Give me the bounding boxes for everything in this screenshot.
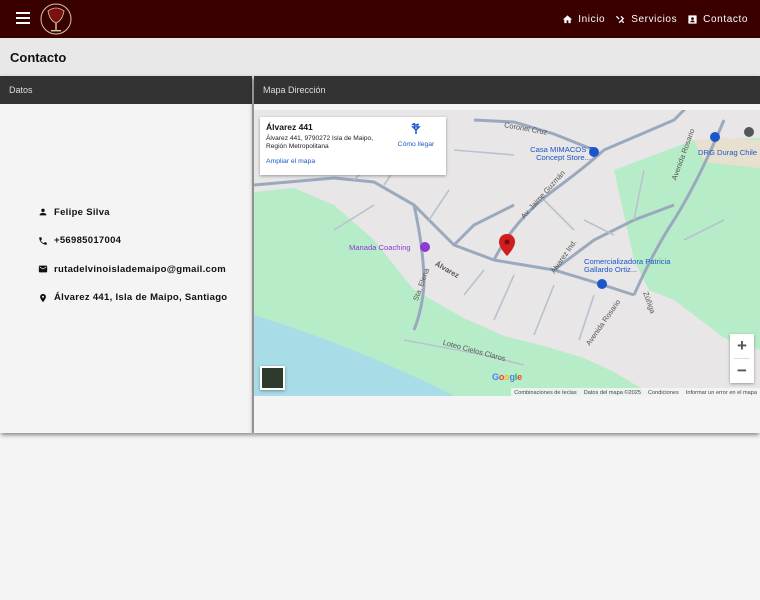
- phone-icon: [39, 237, 47, 245]
- enlarge-map-link[interactable]: Ampliar el mapa: [266, 158, 440, 165]
- tools-icon: [616, 15, 625, 23]
- zoom-in-button[interactable]: +: [730, 334, 754, 358]
- nav-inicio[interactable]: Inicio: [562, 14, 605, 25]
- satellite-layer-toggle[interactable]: [260, 366, 285, 390]
- hamburger-menu-icon[interactable]: [16, 12, 30, 24]
- nav-servicios[interactable]: Servicios: [615, 14, 677, 25]
- page-title: Contacto: [10, 49, 67, 65]
- zoom-controls: + −: [730, 334, 754, 383]
- poi-manada-coaching[interactable]: Manada Coaching: [349, 243, 411, 252]
- contact-email-row: rutadelvinoislademaipo@gmail.com: [38, 255, 227, 284]
- person-icon: [39, 208, 47, 216]
- nav-inicio-label: Inicio: [578, 13, 606, 25]
- nav-servicios-label: Servicios: [631, 13, 678, 25]
- page-title-bar: Contacto: [0, 38, 760, 76]
- report-error-link[interactable]: Informar un error en el mapa: [686, 390, 757, 396]
- google-logo: Google: [492, 372, 522, 382]
- contact-data-panel: Datos Felipe Silva +56985017004 rutadelv…: [0, 76, 252, 433]
- poi-casa-mimacos[interactable]: Casa MIMACOS Tu Concept Store...: [526, 146, 601, 162]
- contact-name-row: Felipe Silva: [38, 198, 227, 227]
- contact-card-icon: [688, 14, 697, 24]
- directions-button[interactable]: Cómo llegar: [394, 122, 438, 148]
- ruta-del-vino-logo[interactable]: [36, 1, 76, 37]
- keyboard-shortcuts-link[interactable]: Combinaciones de teclas: [514, 390, 577, 396]
- top-navbar: Inicio Servicios Contacto: [0, 0, 760, 38]
- embedded-map[interactable]: Coronel Cruz Av. Jaime Guzmán Álvarez In…: [254, 110, 760, 396]
- email-icon: [38, 265, 48, 273]
- map-panel-header: Mapa Dirección: [254, 76, 760, 104]
- directions-icon: [411, 122, 421, 134]
- zoom-out-button[interactable]: −: [730, 359, 754, 383]
- location-pin-icon: [40, 293, 46, 302]
- map-data-notice: Datos del mapa ©2025: [583, 389, 641, 396]
- directions-label: Cómo llegar: [397, 141, 435, 148]
- contact-phone-row: +56985017004: [38, 227, 227, 256]
- contact-address: Álvarez 441, Isla de Maipo, Santiago: [54, 292, 228, 304]
- poi-comercializadora[interactable]: Comercializadora Patricia Gallardo Ortiz…: [584, 258, 679, 274]
- contact-phone[interactable]: +56985017004: [54, 235, 121, 246]
- map-panel: Mapa Dirección Coronel Cruz Av. Jaime Gu…: [254, 76, 760, 433]
- contact-email[interactable]: rutadelvinoislademaipo@gmail.com: [54, 264, 226, 275]
- home-icon: [563, 14, 573, 23]
- poi-drg-durag[interactable]: DRG Durag Chile: [698, 148, 757, 157]
- nav-contacto[interactable]: Contacto: [687, 14, 748, 25]
- contact-name: Felipe Silva: [54, 206, 110, 218]
- contact-address-row: Álvarez 441, Isla de Maipo, Santiago: [38, 284, 227, 313]
- map-info-address: Álvarez 441, 9790272 Isla de Maipo, Regi…: [266, 135, 374, 151]
- terms-link[interactable]: Condiciones: [648, 390, 679, 396]
- map-info-card: Álvarez 441 Álvarez 441, 9790272 Isla de…: [260, 117, 446, 175]
- nav-contacto-label: Contacto: [703, 13, 748, 25]
- contact-list: Felipe Silva +56985017004 rutadelvinoisl…: [38, 198, 227, 312]
- contact-data-header: Datos: [0, 76, 252, 104]
- map-attribution-bar: Combinaciones de teclas Datos del mapa ©…: [511, 388, 760, 396]
